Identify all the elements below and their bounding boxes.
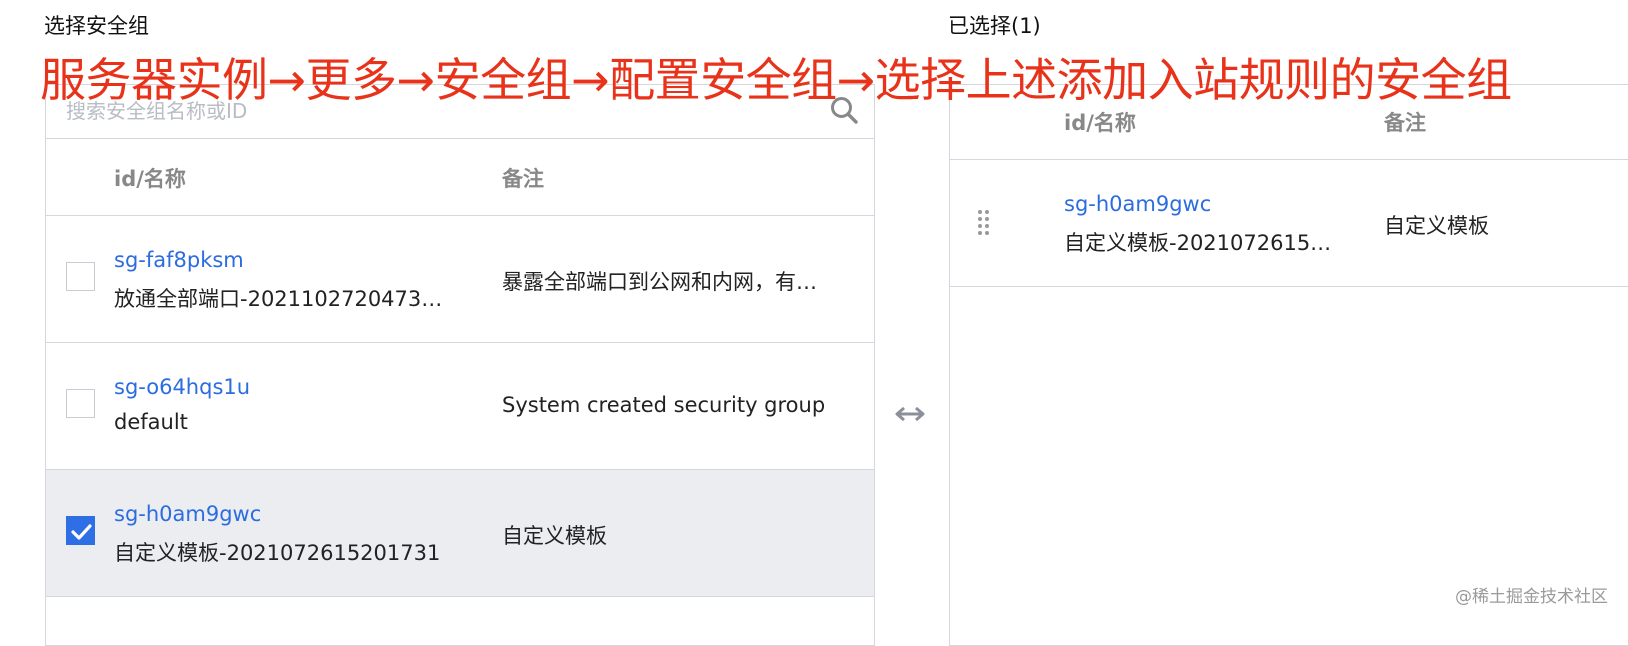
right-panel-title: 已选择(1)	[948, 14, 1041, 38]
left-panel-title: 选择安全组	[44, 14, 149, 38]
security-group-name: 放通全部端口-2021102720473…	[114, 287, 443, 311]
security-group-id-link[interactable]: sg-h0am9gwc	[1064, 192, 1211, 216]
available-security-groups-panel: id/名称 备注 sg-faf8pksm 放通全部端口-202110272047…	[45, 84, 875, 646]
security-group-name: default	[114, 410, 188, 434]
watermark: @稀土掘金技术社区	[1455, 587, 1608, 607]
security-group-id-link[interactable]: sg-h0am9gwc	[114, 502, 261, 526]
left-table-header: id/名称 备注	[46, 139, 874, 216]
column-header-id-name: id/名称	[114, 167, 186, 191]
drag-handle-icon[interactable]	[976, 208, 992, 238]
row-checkbox[interactable]	[66, 516, 95, 545]
security-group-remark: 自定义模板	[502, 524, 607, 548]
annotation-text: 服务器实例→更多→安全组→配置安全组→选择上述添加入站规则的安全组	[40, 53, 1512, 107]
security-group-name: 自定义模板-2021072615201731	[114, 541, 441, 565]
security-group-remark: System created security group	[502, 393, 826, 417]
security-group-name: 自定义模板-2021072615…	[1064, 231, 1332, 255]
selected-table-row[interactable]: sg-h0am9gwc 自定义模板-2021072615… 自定义模板	[950, 160, 1628, 287]
selected-security-groups-panel: id/名称 备注 sg-h0am9gwc 自定义模板-2021072615… 自…	[949, 84, 1628, 646]
security-group-id-link[interactable]: sg-o64hqs1u	[114, 375, 250, 399]
security-group-remark: 自定义模板	[1384, 214, 1489, 238]
table-row[interactable]: sg-o64hqs1u default System created secur…	[46, 343, 874, 470]
row-checkbox[interactable]	[66, 389, 95, 418]
check-icon	[71, 524, 92, 540]
table-row[interactable]: sg-h0am9gwc 自定义模板-2021072615201731 自定义模板	[46, 470, 874, 597]
security-group-remark: 暴露全部端口到公网和内网，有…	[502, 270, 817, 294]
table-row[interactable]: sg-faf8pksm 放通全部端口-2021102720473… 暴露全部端口…	[46, 216, 874, 343]
column-header-id-name: id/名称	[1064, 111, 1136, 135]
column-header-remark: 备注	[1384, 111, 1426, 135]
left-right-arrow-icon[interactable]	[893, 400, 927, 428]
row-checkbox[interactable]	[66, 262, 95, 291]
security-group-id-link[interactable]: sg-faf8pksm	[114, 248, 244, 272]
column-header-remark: 备注	[502, 167, 544, 191]
